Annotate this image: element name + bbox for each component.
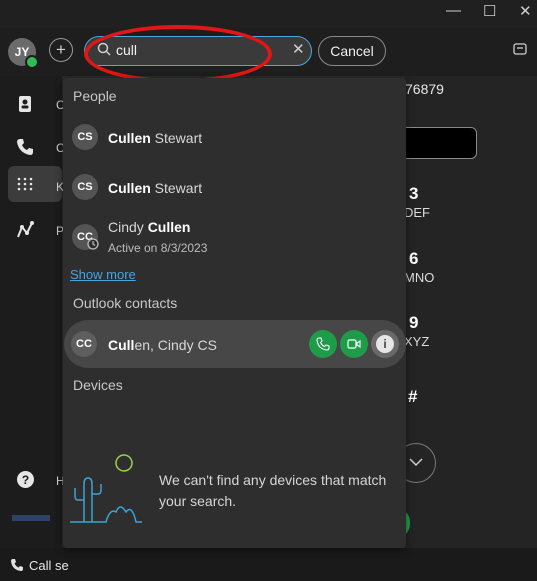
list-item[interactable]: Cindy Cullen — [108, 219, 190, 235]
brand-logo — [12, 515, 50, 521]
people-heading: People — [73, 88, 117, 104]
minimize-button[interactable]: — — [446, 2, 461, 19]
call-settings-label[interactable]: Call se — [29, 558, 69, 573]
phone-icon[interactable] — [16, 138, 34, 156]
info-icon: i — [376, 335, 394, 353]
list-item[interactable]: Cullen, Cindy CS — [108, 337, 217, 353]
help-icon[interactable]: ? — [17, 471, 34, 488]
video-icon — [347, 339, 361, 349]
cancel-button[interactable]: Cancel — [318, 36, 386, 66]
audio-call-button[interactable] — [309, 330, 337, 358]
name-rest: Stewart — [150, 130, 203, 146]
close-button[interactable]: ✕ — [519, 2, 532, 20]
number-input[interactable] — [395, 127, 477, 159]
show-more-link[interactable]: Show more — [70, 267, 136, 282]
match-text: Cullen — [147, 219, 191, 235]
match-text: Cull — [108, 337, 135, 353]
devices-empty-message: We can't find any devices that match you… — [159, 472, 387, 509]
avatar: CS — [72, 124, 98, 150]
presence-status-icon — [25, 55, 39, 69]
analytics-icon[interactable] — [16, 221, 34, 239]
name-rest: Stewart — [150, 180, 203, 196]
avatar: CC — [71, 331, 97, 357]
key-3-letters: DEF — [404, 205, 430, 220]
phone-icon — [316, 337, 330, 351]
call-settings-icon — [11, 559, 23, 571]
clock-icon — [87, 238, 99, 250]
key-6-number[interactable]: 6 — [409, 249, 418, 269]
outlook-contacts-heading: Outlook contacts — [73, 295, 178, 311]
name-pre: Cindy — [108, 219, 148, 235]
maximize-button[interactable]: ☐ — [483, 2, 496, 20]
devices-heading: Devices — [73, 377, 123, 393]
video-call-button[interactable] — [340, 330, 368, 358]
notification-icon[interactable] — [513, 43, 527, 55]
info-button[interactable]: i — [371, 330, 399, 358]
bottom-bar — [0, 548, 537, 581]
key-9-letters: XYZ — [404, 334, 430, 349]
highlight-annotation — [84, 25, 272, 83]
key-3-number[interactable]: 3 — [409, 184, 418, 204]
cactus-illustration-icon — [70, 454, 142, 523]
dialed-number: 76879 — [405, 81, 444, 97]
contacts-icon[interactable] — [16, 95, 34, 113]
key-6-letters: MNO — [404, 270, 435, 285]
key-9-number[interactable]: 9 — [409, 313, 418, 333]
match-text: Cullen — [108, 130, 151, 146]
list-item[interactable]: Cullen Stewart — [108, 180, 202, 196]
key-hash[interactable]: # — [408, 387, 417, 407]
status-text: Active on 8/3/2023 — [108, 241, 208, 255]
keypad-icon[interactable] — [17, 177, 33, 193]
clear-search-icon[interactable]: ✕ — [292, 40, 305, 58]
match-text: Cullen — [108, 180, 151, 196]
avatar: CS — [72, 174, 98, 200]
name-rest: en, Cindy CS — [134, 337, 217, 353]
list-item[interactable]: Cullen Stewart — [108, 130, 202, 146]
add-button[interactable]: + — [49, 38, 73, 62]
